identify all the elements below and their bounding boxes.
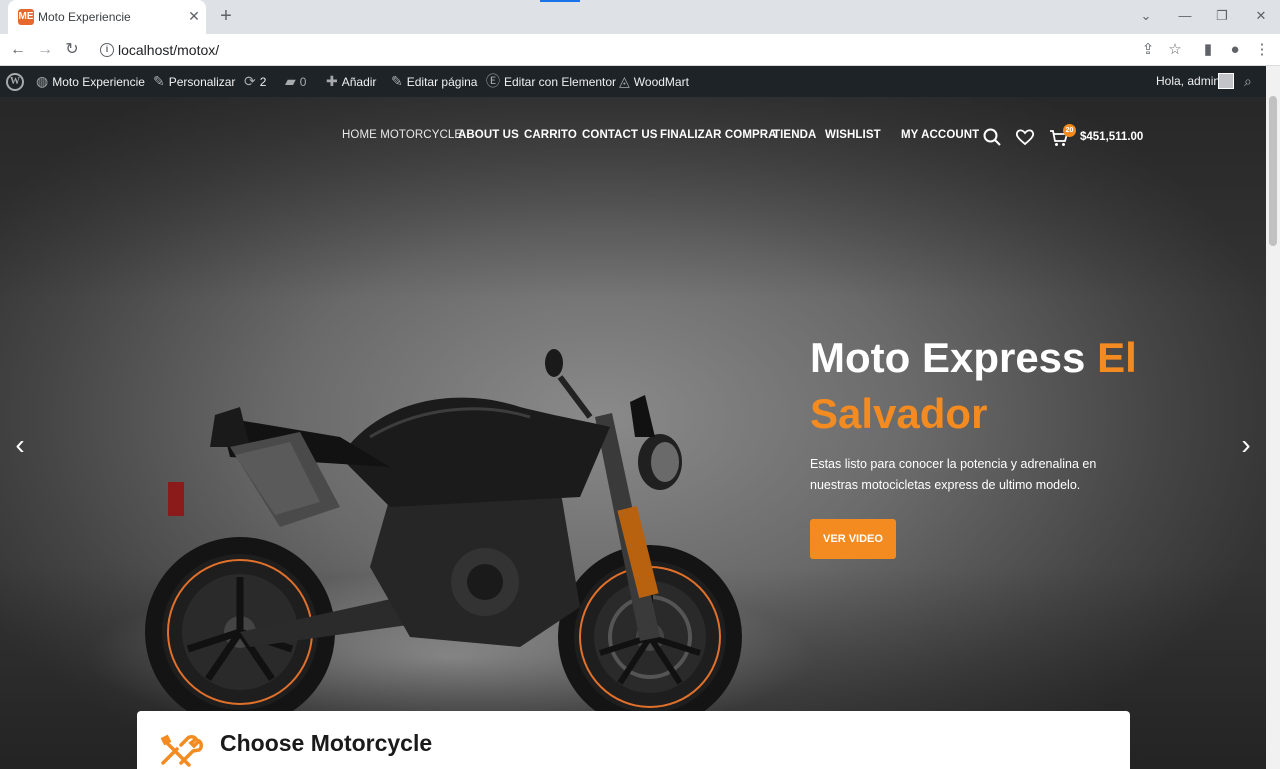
admin-comments[interactable]: ▰ 0 bbox=[285, 66, 306, 97]
admin-search-icon[interactable]: ⌕ bbox=[1244, 66, 1252, 97]
url-text[interactable]: localhost/motox/ bbox=[118, 42, 219, 58]
brush-icon: ✎ bbox=[153, 73, 165, 89]
slider-next-icon[interactable]: › bbox=[1236, 430, 1256, 460]
nav-my-account[interactable]: MY ACCOUNT bbox=[901, 129, 979, 141]
wordpress-logo-icon[interactable]: W bbox=[6, 73, 24, 91]
admin-customize[interactable]: ✎ Personalizar bbox=[153, 66, 235, 97]
elementor-icon: Ⓔ bbox=[486, 73, 500, 89]
hero-slider: HOME MOTORCYCLE ABOUT US CARRITO CONTACT… bbox=[0, 97, 1266, 769]
section-title: Choose Motorcycle bbox=[220, 730, 433, 756]
minimize-icon[interactable]: — bbox=[1170, 4, 1200, 28]
hero-description: Estas listo para conocer la potencia y a… bbox=[810, 457, 1097, 492]
back-icon[interactable]: ← bbox=[6, 38, 30, 62]
comment-icon: ▰ bbox=[285, 73, 296, 89]
motorcycle-image bbox=[145, 349, 742, 729]
admin-greeting[interactable]: Hola, admin bbox=[1156, 66, 1220, 97]
admin-avatar[interactable] bbox=[1218, 73, 1234, 89]
hero-title: Moto Express El Salvador bbox=[810, 334, 1137, 437]
wp-admin-bar: W ◍ Moto Experiencie ✎ Personalizar ⟳ 2 ▰ 0 … bbox=[0, 66, 1266, 97]
cart-total[interactable]: $451,511.00 bbox=[1080, 131, 1143, 143]
nav-home-motorcycle[interactable]: HOME MOTORCYCLE bbox=[342, 129, 462, 141]
menu-icon[interactable]: ⋮ bbox=[1250, 38, 1274, 62]
page-scrollbar[interactable] bbox=[1266, 66, 1280, 769]
nav-about-us[interactable]: ABOUT US bbox=[458, 129, 519, 141]
admin-edit-elementor[interactable]: Ⓔ Editar con Elementor bbox=[486, 66, 616, 97]
new-tab-icon[interactable]: + bbox=[215, 5, 237, 27]
reload-icon[interactable]: ↻ bbox=[60, 38, 84, 62]
site-favicon-icon: ME bbox=[18, 9, 34, 25]
browser-toolbar: ← → ↻ i localhost/motox/ ⇪ ☆ ▮ ● ⋮ bbox=[0, 34, 1280, 66]
admin-updates[interactable]: ⟳ 2 bbox=[244, 66, 266, 97]
tab-strip-accent bbox=[540, 0, 580, 2]
ver-video-button[interactable]: VER VIDEO bbox=[810, 519, 896, 559]
tools-wrench-icon bbox=[160, 734, 203, 767]
admin-woodmart[interactable]: ◬ WoodMart bbox=[619, 66, 689, 97]
wishlist-heart-icon[interactable] bbox=[1016, 129, 1034, 145]
close-tab-icon[interactable]: ✕ bbox=[186, 8, 202, 24]
tab-search-icon[interactable]: ⌄ bbox=[1131, 4, 1161, 28]
slider-prev-icon[interactable]: ‹ bbox=[10, 430, 30, 460]
side-panel-icon[interactable]: ▮ bbox=[1196, 38, 1220, 62]
choose-motorcycle-card: Choose Motorcycle bbox=[137, 711, 1130, 769]
forward-icon[interactable]: → bbox=[33, 38, 57, 62]
admin-site-name[interactable]: ◍ Moto Experiencie bbox=[36, 66, 145, 97]
tab-title: Moto Experiencie bbox=[38, 10, 131, 24]
plus-icon: ✚ bbox=[326, 73, 338, 89]
site-info-icon[interactable]: i bbox=[100, 43, 114, 57]
woodmart-icon: ◬ bbox=[619, 73, 630, 89]
pencil-icon: ✎ bbox=[391, 73, 403, 89]
nav-finalizar-compra[interactable]: FINALIZAR COMPRA bbox=[660, 129, 777, 141]
address-bar[interactable]: i localhost/motox/ bbox=[90, 37, 1190, 63]
admin-add-new[interactable]: ✚ Añadir bbox=[326, 66, 376, 97]
updates-icon: ⟳ bbox=[244, 73, 256, 89]
close-window-icon[interactable]: ✕ bbox=[1246, 4, 1276, 28]
restore-icon[interactable]: ❐ bbox=[1207, 4, 1237, 28]
bookmark-star-icon[interactable]: ☆ bbox=[1163, 38, 1187, 62]
profile-icon[interactable]: ● bbox=[1223, 38, 1247, 62]
share-icon[interactable]: ⇪ bbox=[1136, 38, 1160, 62]
browser-tab[interactable]: ME Moto Experiencie ✕ bbox=[8, 0, 206, 34]
cart-count-badge: 20 bbox=[1063, 124, 1076, 137]
browser-tab-bar: ME Moto Experiencie ✕ + ⌄ — ❐ ✕ bbox=[0, 0, 1280, 34]
dashboard-icon: ◍ bbox=[36, 73, 49, 89]
nav-carrito[interactable]: CARRITO bbox=[524, 129, 577, 141]
nav-contact-us[interactable]: CONTACT US bbox=[582, 129, 658, 141]
nav-wishlist[interactable]: WISHLIST bbox=[825, 129, 881, 141]
scrollbar-thumb[interactable] bbox=[1269, 96, 1277, 246]
admin-edit-page[interactable]: ✎ Editar página bbox=[391, 66, 477, 97]
search-icon[interactable] bbox=[983, 128, 1001, 146]
nav-tienda[interactable]: TIENDA bbox=[773, 129, 816, 141]
